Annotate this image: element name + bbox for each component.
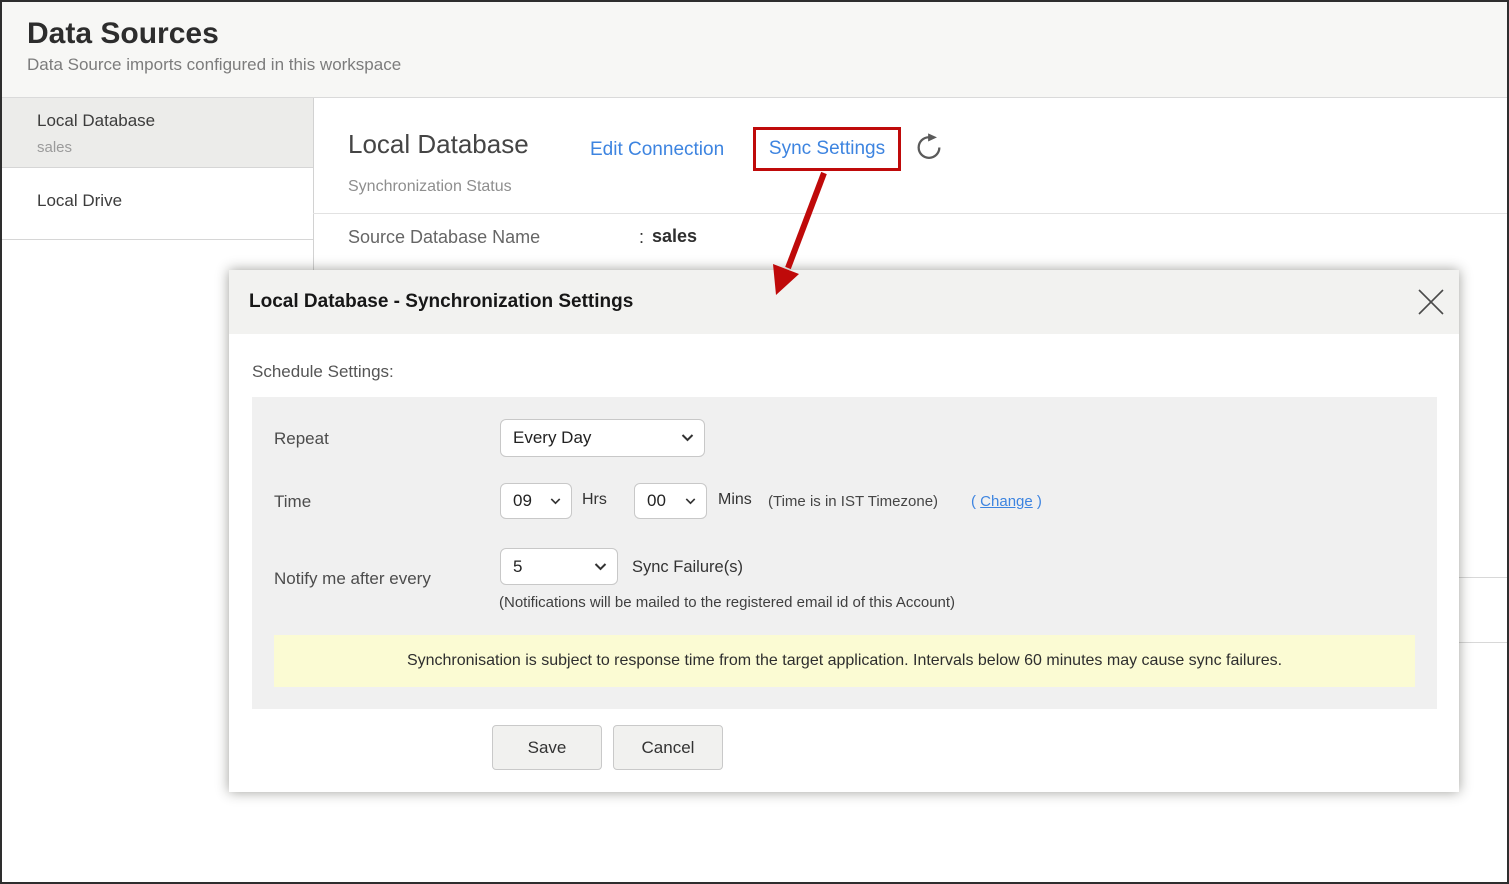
page-header: Data Sources Data Source imports configu… bbox=[2, 2, 1507, 98]
chevron-down-icon bbox=[594, 563, 607, 571]
refresh-icon[interactable] bbox=[915, 133, 943, 161]
source-db-name-label: Source Database Name bbox=[348, 227, 540, 248]
schedule-settings-label: Schedule Settings: bbox=[252, 362, 394, 382]
chevron-down-icon bbox=[550, 498, 561, 505]
sync-failure-unit-label: Sync Failure(s) bbox=[632, 558, 743, 577]
dialog-title: Local Database - Synchronization Setting… bbox=[249, 270, 633, 334]
sidebar-item-sublabel: sales bbox=[37, 139, 313, 156]
repeat-label: Repeat bbox=[274, 429, 329, 449]
chevron-down-icon bbox=[681, 434, 694, 442]
background-table-line bbox=[1459, 642, 1507, 643]
sidebar-item-local-drive[interactable]: Local Drive bbox=[2, 168, 313, 240]
notifications-note: (Notifications will be mailed to the reg… bbox=[499, 594, 955, 611]
field-separator: : bbox=[639, 227, 644, 248]
hours-unit-label: Hrs bbox=[582, 491, 607, 509]
schedule-form-panel: Repeat Every Day Time 09 Hrs 00 Mins (Ti… bbox=[252, 397, 1437, 709]
sync-failure-select[interactable]: 5 bbox=[500, 548, 618, 585]
page-title: Data Sources bbox=[27, 17, 219, 51]
sidebar-item-label: Local Database bbox=[37, 111, 313, 131]
time-label: Time bbox=[274, 492, 311, 512]
timezone-note: (Time is in IST Timezone) bbox=[768, 493, 938, 510]
edit-connection-link[interactable]: Edit Connection bbox=[590, 139, 724, 161]
notify-label: Notify me after every bbox=[274, 569, 431, 589]
sidebar-border bbox=[313, 98, 314, 270]
close-icon[interactable] bbox=[1415, 286, 1447, 318]
datasource-heading: Local Database bbox=[348, 129, 529, 160]
data-sources-page: Data Sources Data Source imports configu… bbox=[0, 0, 1509, 884]
dialog-header: Local Database - Synchronization Setting… bbox=[229, 270, 1459, 334]
repeat-select-value: Every Day bbox=[513, 428, 591, 448]
hours-select-value: 09 bbox=[513, 491, 532, 511]
change-timezone-link[interactable]: ( Change ) bbox=[971, 493, 1042, 510]
section-divider bbox=[313, 213, 1507, 214]
sync-warning-banner: Synchronisation is subject to response t… bbox=[274, 635, 1415, 687]
sync-warning-text: Synchronisation is subject to response t… bbox=[407, 652, 1282, 670]
save-button[interactable]: Save bbox=[492, 725, 602, 770]
chevron-down-icon bbox=[685, 498, 696, 505]
repeat-select[interactable]: Every Day bbox=[500, 419, 705, 457]
minutes-select[interactable]: 00 bbox=[634, 483, 707, 519]
page-subtitle: Data Source imports configured in this w… bbox=[27, 55, 401, 75]
sync-status-label: Synchronization Status bbox=[348, 178, 512, 196]
sync-settings-link[interactable]: Sync Settings bbox=[769, 138, 885, 160]
source-db-name-value: sales bbox=[652, 226, 697, 247]
datasource-sidebar: Local Database sales Local Drive bbox=[2, 98, 313, 240]
minutes-unit-label: Mins bbox=[718, 491, 752, 509]
sync-settings-highlight-box: Sync Settings bbox=[753, 127, 901, 171]
sync-failure-select-value: 5 bbox=[513, 557, 522, 577]
cancel-button[interactable]: Cancel bbox=[613, 725, 723, 770]
sync-settings-dialog: Local Database - Synchronization Setting… bbox=[229, 270, 1459, 792]
sidebar-item-local-database[interactable]: Local Database sales bbox=[2, 98, 313, 168]
minutes-select-value: 00 bbox=[647, 491, 666, 511]
sidebar-item-label: Local Drive bbox=[37, 191, 313, 211]
background-table-line bbox=[1459, 577, 1507, 578]
hours-select[interactable]: 09 bbox=[500, 483, 572, 519]
